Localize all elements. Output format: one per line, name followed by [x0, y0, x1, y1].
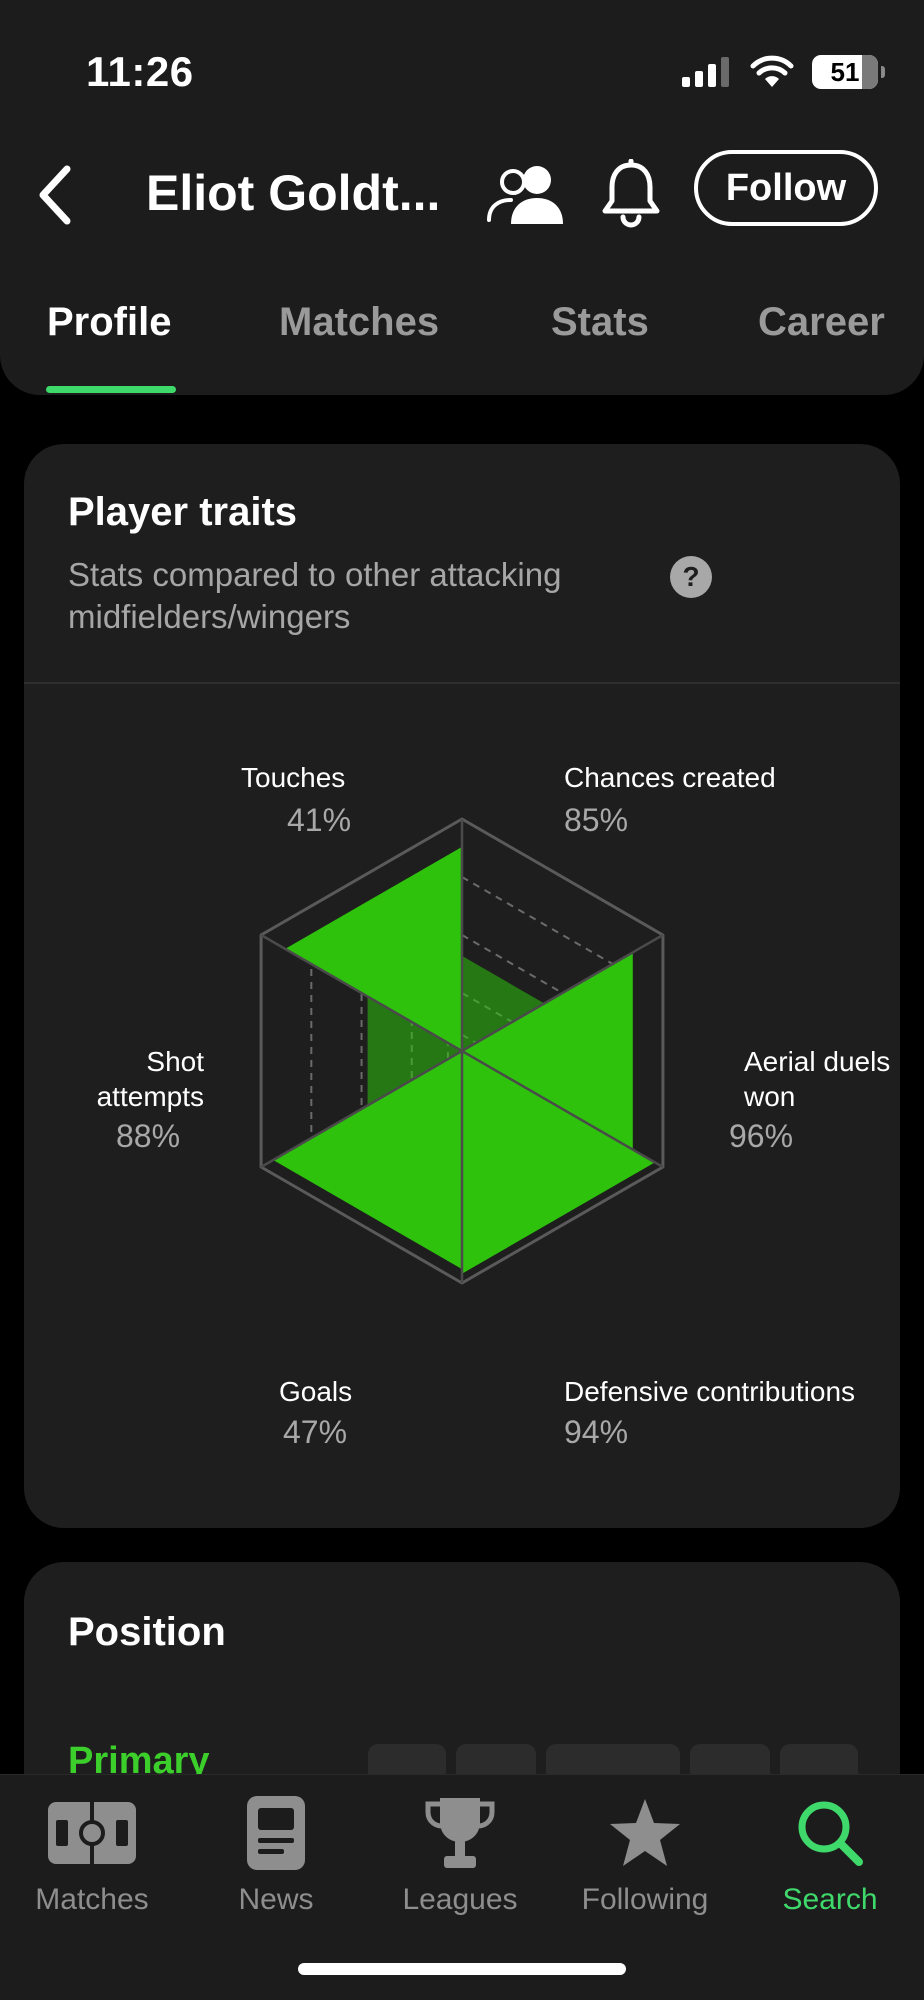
search-icon [798, 1801, 863, 1866]
trait-value-aerial-duels-won: 96% [729, 1118, 794, 1154]
nav-label-leagues: Leagues [402, 1883, 518, 1916]
nav-leagues[interactable]: Leagues [370, 1793, 550, 1917]
help-icon[interactable]: ? [670, 556, 712, 598]
news-icon [247, 1796, 305, 1870]
player-header: Eliot Goldt... Follow [0, 130, 924, 280]
tab-career[interactable]: Career [758, 300, 885, 345]
nav-matches[interactable]: Matches [2, 1793, 182, 1917]
nav-news[interactable]: News [186, 1793, 366, 1917]
trait-value-goals: 47% [283, 1414, 348, 1450]
nav-following[interactable]: Following [555, 1793, 735, 1917]
nav-label-search: Search [782, 1883, 878, 1916]
trophy-icon [425, 1798, 495, 1868]
active-tab-indicator [46, 386, 176, 393]
player-name: Eliot Goldt... [146, 165, 441, 221]
nav-label-matches: Matches [35, 1883, 149, 1916]
wifi-icon [750, 55, 794, 87]
nav-label-news: News [238, 1883, 314, 1916]
notifications-button[interactable] [596, 154, 666, 234]
bottom-navigation: Matches News Leagues Following Search [0, 1774, 924, 2000]
battery-icon: 51 [812, 55, 885, 89]
chevron-left-icon [39, 165, 71, 225]
nav-search[interactable]: Search [740, 1793, 920, 1917]
star-icon [610, 1799, 680, 1866]
pitch-icon [48, 1802, 136, 1864]
player-traits-subtitle: Stats compared to other attacking midfie… [68, 556, 562, 635]
trait-label-shot-attempts: Shot attempts [96, 1046, 204, 1112]
player-traits-title: Player traits [68, 490, 298, 534]
trait-label-chances-created: Chances created [564, 762, 776, 793]
tab-stats[interactable]: Stats [551, 300, 649, 345]
battery-level: 51 [830, 56, 860, 87]
bell-icon [602, 159, 660, 228]
trait-label-defensive-contributions: Defensive contributions [564, 1376, 856, 1407]
trait-label-goals: Goals [279, 1376, 353, 1407]
player-traits-card: Player traits Stats compared to other at… [24, 444, 900, 1528]
position-title: Position [68, 1610, 226, 1654]
trait-value-touches: 41% [287, 802, 352, 838]
status-time: 11:26 [86, 48, 194, 95]
trait-label-aerial-duels-won: Aerial duels won [744, 1046, 891, 1112]
home-indicator [298, 1963, 626, 1975]
back-button[interactable] [20, 160, 90, 230]
tab-bar: Profile Matches Stats Career [0, 280, 924, 395]
status-icons: 51 [682, 52, 885, 92]
signal-icon [682, 57, 729, 87]
tab-profile[interactable]: Profile [47, 300, 171, 345]
status-bar: 11:26 51 [0, 0, 924, 130]
trait-value-chances-created: 85% [564, 802, 629, 838]
compare-players-button[interactable] [484, 156, 570, 232]
people-icon [487, 166, 563, 224]
tab-matches[interactable]: Matches [279, 300, 439, 345]
trait-label-touches: Touches [241, 762, 346, 793]
nav-label-following: Following [581, 1883, 709, 1916]
follow-button[interactable]: Follow [694, 150, 878, 226]
radar-fill [273, 846, 655, 1274]
trait-value-defensive-contributions: 94% [564, 1414, 629, 1450]
trait-value-shot-attempts: 88% [116, 1118, 181, 1154]
